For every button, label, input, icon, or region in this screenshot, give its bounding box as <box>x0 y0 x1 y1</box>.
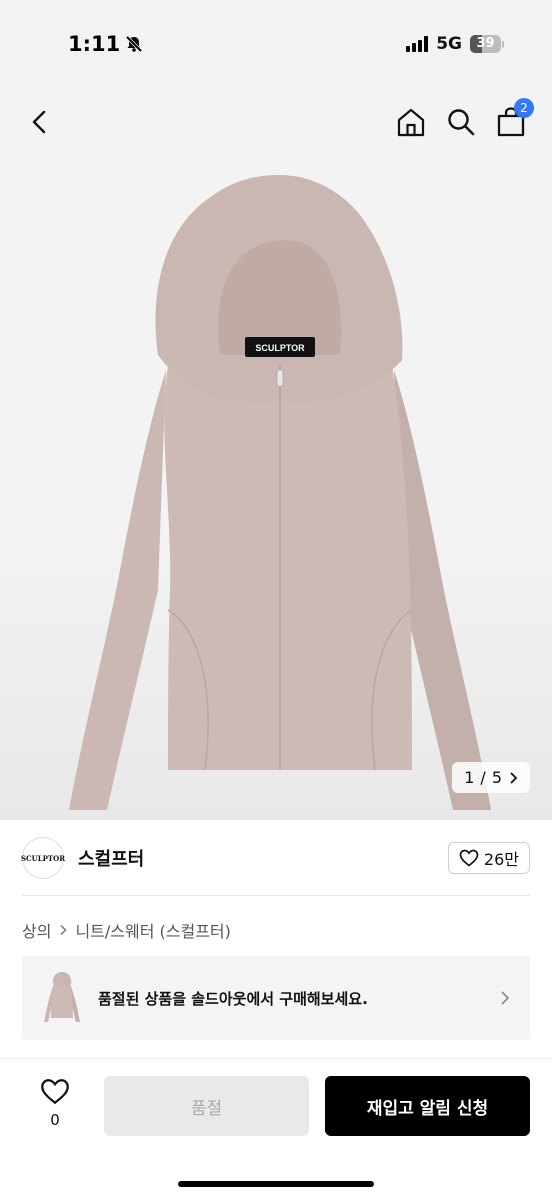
breadcrumb: 상의 니트/스웨터 (스컬프터) <box>22 918 231 942</box>
battery-icon: 39 <box>470 35 504 53</box>
search-button[interactable] <box>442 102 480 142</box>
footer-divider <box>0 1058 552 1059</box>
signal-icon <box>406 36 429 52</box>
restock-alert-button[interactable]: 재입고 알림 신청 <box>325 1076 530 1136</box>
pager-separator: / <box>480 768 486 787</box>
banner-product-thumbnail <box>44 972 80 1022</box>
cart-button[interactable]: 2 <box>492 98 534 142</box>
battery-level: 39 <box>476 36 495 51</box>
chevron-right-icon <box>510 771 518 784</box>
home-icon <box>397 108 425 137</box>
wishlist-count: 0 <box>50 1111 60 1129</box>
banner-text: 품절된 상품을 솔드아웃에서 구매해보세요. <box>98 989 368 1008</box>
heart-icon <box>459 849 479 867</box>
soldout-banner[interactable]: 품절된 상품을 솔드아웃에서 구매해보세요. <box>22 956 530 1040</box>
home-button[interactable] <box>392 102 430 142</box>
chevron-left-icon <box>32 110 46 134</box>
soldout-button: 품절 <box>104 1076 309 1136</box>
chevron-right-icon <box>60 924 68 936</box>
product-gallery[interactable]: 2 SCULPTOR 1 / 5 <box>0 90 552 820</box>
chevron-right-icon <box>501 991 510 1005</box>
status-indicators: 5G 39 <box>406 34 504 54</box>
cart-count-badge: 2 <box>514 98 534 118</box>
brand-name[interactable]: 스컬프터 <box>78 845 144 871</box>
breadcrumb-category[interactable]: 상의 <box>22 918 51 942</box>
image-pager[interactable]: 1 / 5 <box>452 762 530 793</box>
divider <box>22 895 530 896</box>
heart-icon <box>41 1079 69 1105</box>
brand-like-button[interactable]: 26만 <box>447 842 530 874</box>
brand-row: SCULPTOR 스컬프터 26만 <box>20 830 530 886</box>
brand-like-count: 26만 <box>483 850 519 869</box>
network-label: 5G <box>436 34 462 54</box>
product-image[interactable]: SCULPTOR <box>40 170 520 810</box>
silent-bell-icon <box>125 35 143 53</box>
back-button[interactable] <box>20 102 60 142</box>
breadcrumb-subcategory[interactable]: 니트/스웨터 (스컬프터) <box>75 918 230 942</box>
home-indicator[interactable] <box>178 1181 374 1187</box>
header-actions: 2 <box>392 98 534 142</box>
status-time: 1:11 <box>68 32 144 56</box>
brand-logo-text: SCULPTOR <box>20 853 66 863</box>
garment-label-text: SCULPTOR <box>255 343 305 353</box>
status-bar: 1:11 5G 39 <box>0 0 552 90</box>
wishlist-button[interactable]: 0 <box>38 1078 72 1129</box>
search-icon <box>448 109 475 136</box>
pager-total: 5 <box>491 768 502 787</box>
time-text: 1:11 <box>68 32 121 56</box>
brand-logo[interactable]: SCULPTOR <box>20 837 66 879</box>
pager-current: 1 <box>464 768 475 787</box>
